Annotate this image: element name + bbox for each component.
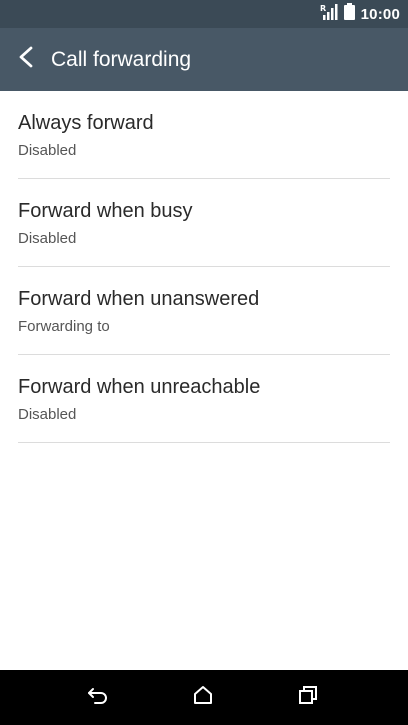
home-icon [193, 685, 213, 710]
list-item-forward-when-unreachable[interactable]: Forward when unreachable Disabled [18, 355, 390, 443]
status-bar: R 10:00 [0, 0, 408, 28]
settings-list: Always forward Disabled Forward when bus… [0, 91, 408, 443]
item-title: Forward when unanswered [18, 288, 260, 310]
battery-icon [343, 3, 355, 25]
back-icon [87, 686, 109, 709]
item-status: Disabled [18, 142, 77, 159]
navigation-bar [0, 670, 408, 725]
item-status: Forwarding to [18, 318, 110, 335]
item-status: Disabled [18, 230, 77, 247]
signal-icon: R [320, 3, 338, 25]
status-icons: R 10:00 [320, 3, 400, 25]
list-item-forward-when-busy[interactable]: Forward when busy Disabled [18, 179, 390, 267]
back-arrow-icon [18, 46, 34, 73]
screen: R 10:00 Call forwarding Always forward D… [0, 0, 408, 725]
svg-text:R: R [320, 4, 326, 13]
item-title: Forward when unreachable [18, 376, 261, 398]
item-title: Forward when busy [18, 200, 193, 222]
list-item-forward-when-unanswered[interactable]: Forward when unanswered Forwarding to [18, 267, 390, 355]
nav-back-button[interactable] [68, 670, 128, 725]
status-time: 10:00 [360, 5, 400, 23]
nav-home-button[interactable] [173, 670, 233, 725]
recents-icon [298, 685, 318, 710]
page-title: Call forwarding [51, 47, 192, 71]
back-button[interactable] [0, 28, 52, 91]
list-item-always-forward[interactable]: Always forward Disabled [18, 91, 390, 179]
item-title: Always forward [18, 112, 154, 134]
app-bar: Call forwarding [0, 28, 408, 91]
nav-recents-button[interactable] [278, 670, 338, 725]
item-status: Disabled [18, 406, 77, 423]
